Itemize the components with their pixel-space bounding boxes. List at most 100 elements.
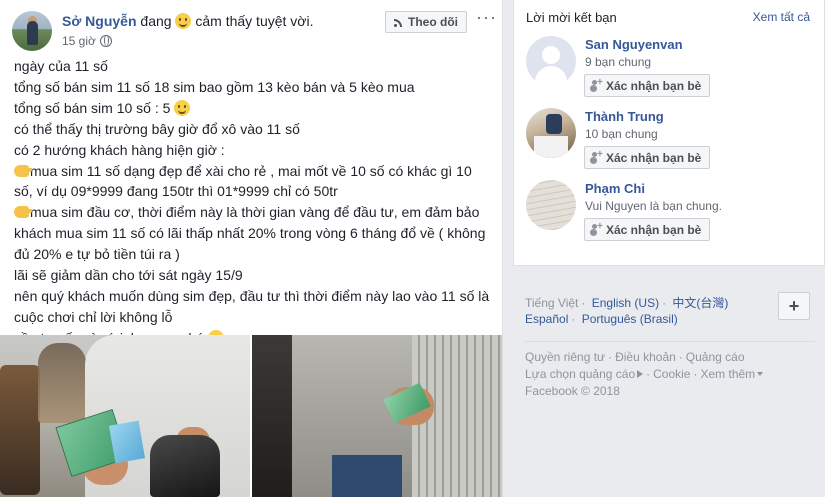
see-all-link[interactable]: Xem tất cả xyxy=(753,10,810,24)
rss-icon xyxy=(394,17,404,27)
friend-request-item: Phạm Chi Vui Nguyen là bạn chung. Xác nh… xyxy=(526,180,816,244)
language-selector: Tiếng Việt · English (US) · 中文(台灣) Español… xyxy=(513,278,825,332)
more-link[interactable]: Xem thêm xyxy=(700,367,755,381)
post-text-line: tổng số bán sim 11 số 18 sim bao gồm 13 … xyxy=(14,77,492,98)
pointing-hand-icon xyxy=(14,164,32,177)
friend-request-item: Thành Trung 10 bạn chung Xác nhận bạn bè xyxy=(526,108,816,172)
follow-label: Theo dõi xyxy=(408,15,458,29)
confirm-friend-button[interactable]: Xác nhận bạn bè xyxy=(584,146,711,169)
post-text-line: có thể thấy thị trường bây giờ đổ xô vào… xyxy=(14,119,492,140)
post-text: số, ví dụ 09*9999 đang 150tr thì 01*9999… xyxy=(14,183,338,200)
confirm-label: Xác nhận bạn bè xyxy=(606,150,702,165)
post-text: ngày của 11 số xyxy=(14,58,108,74)
globe-icon[interactable] xyxy=(99,35,112,47)
post-text-line: lãi sẽ giảm dần cho tới sát ngày 15/9 xyxy=(14,265,492,286)
avatar[interactable] xyxy=(526,36,576,86)
mutual-friends[interactable]: 10 bạn chung xyxy=(585,127,658,141)
pointing-hand-icon xyxy=(14,206,32,219)
cookie-link[interactable]: Cookie xyxy=(653,367,690,381)
friend-name[interactable]: San Nguyenvan xyxy=(585,37,683,52)
default-avatar-body xyxy=(535,66,567,86)
post-photo-1[interactable] xyxy=(0,335,250,497)
post-body: ngày của 11 số tổng số bán sim 11 số 18 s… xyxy=(14,56,492,349)
avatar[interactable] xyxy=(526,180,576,230)
footer-links: Quyền riêng tư · Điều khoản · Quảng cáo Lựa … xyxy=(525,349,820,400)
smile-emoji-icon xyxy=(174,99,191,116)
post-text: cuộc chơi chỉ lời không lỗ xyxy=(14,308,173,325)
language-row-2: Español · Português (Brasil) xyxy=(525,312,678,326)
default-avatar-head xyxy=(542,46,560,64)
follow-button[interactable]: Theo dõi xyxy=(385,11,467,33)
more-options-icon[interactable]: ··· xyxy=(476,8,497,26)
photo-wallet xyxy=(150,435,220,497)
language-option[interactable]: Português (Brasil) xyxy=(582,312,678,326)
author-name[interactable]: Sở Nguyễn xyxy=(62,13,137,29)
confirm-label: Xác nhận bạn bè xyxy=(606,78,702,93)
confirm-friend-button[interactable]: Xác nhận bạn bè xyxy=(584,74,711,97)
author-avatar[interactable] xyxy=(12,11,52,51)
caret-down-icon xyxy=(757,372,764,376)
post-text-line: tổng số bán sim 10 số : 5 xyxy=(14,98,492,119)
right-sidebar: Lời mời kết bạn Xem tất cả San Nguyenvan… xyxy=(513,0,825,497)
post-text-line: mua sim 11 số dạng đẹp để xài cho rẻ , m… xyxy=(14,161,492,182)
friend-request-item: San Nguyenvan 9 bạn chung Xác nhận bạn b… xyxy=(526,36,816,100)
avatar-photo-table xyxy=(534,136,568,158)
add-language-button[interactable]: + xyxy=(778,292,810,320)
post-text: tổng số bán sim 11 số 18 sim bao gồm 13 … xyxy=(14,78,415,95)
photo-person-background xyxy=(38,343,86,423)
photo-dark-wall xyxy=(252,335,292,497)
add-friend-icon xyxy=(591,149,603,163)
post-text: khách mua sim 11 số có lãi thấp nhất 20%… xyxy=(14,225,486,242)
terms-link[interactable]: Điều khoản xyxy=(615,350,676,364)
divider xyxy=(525,341,815,342)
add-friend-icon xyxy=(591,221,603,235)
mutual-friends[interactable]: Vui Nguyen là bạn chung. xyxy=(585,199,722,213)
language-option[interactable]: Español xyxy=(525,312,568,326)
post-text-line: ngày của 11 số xyxy=(14,56,492,77)
footer-row-1: Quyền riêng tư · Điều khoản · Quảng cáo xyxy=(525,350,745,364)
ad-choices-icon xyxy=(637,370,644,378)
post-text: lãi sẽ giảm dần cho tới sát ngày 15/9 xyxy=(14,267,243,284)
friend-name[interactable]: Thành Trung xyxy=(585,109,664,124)
post-text: nên quý khách muốn dùng sim đẹp, đầu tư … xyxy=(14,287,490,304)
post-header: Sở Nguyễn đang cảm thấy tuyệt vời. xyxy=(62,13,313,29)
post-text-line: số, ví dụ 09*9999 đang 150tr thì 01*9999… xyxy=(14,181,492,202)
post-text: có thể thấy thị trường bây giờ đổ xô vào… xyxy=(14,120,300,137)
friend-requests-title: Lời mời kết bạn xyxy=(526,10,617,25)
post-text-line: cuộc chơi chỉ lời không lỗ xyxy=(14,307,492,328)
photo-jeans xyxy=(332,455,402,497)
post-text: tổng số bán sim 10 số : 5 xyxy=(14,99,171,116)
mutual-friends[interactable]: 9 bạn chung xyxy=(585,55,651,69)
post-text-line: nên quý khách muốn dùng sim đẹp, đầu tư … xyxy=(14,286,492,307)
ad-choices-link[interactable]: Lựa chọn quảng cáo xyxy=(525,367,635,381)
copyright: Facebook © 2018 xyxy=(525,384,620,398)
confirm-label: Xác nhận bạn bè xyxy=(606,222,702,237)
feeling-prefix: đang xyxy=(140,13,172,29)
post-time: 15 giờ xyxy=(62,34,112,48)
post-timestamp[interactable]: 15 giờ xyxy=(62,34,96,48)
add-friend-icon xyxy=(591,77,603,91)
current-language: Tiếng Việt xyxy=(525,296,579,310)
feeling-text: cảm thấy tuyệt vời. xyxy=(195,13,314,29)
post-text-line: mua sim đầu cơ, thời điểm này là thời gi… xyxy=(14,202,492,223)
feed-post: Sở Nguyễn đang cảm thấy tuyệt vời. 15 gi… xyxy=(0,0,503,497)
language-row-1: Tiếng Việt · English (US) · 中文(台灣) xyxy=(525,296,729,310)
post-text: mua sim 11 số dạng đẹp để xài cho rẻ , m… xyxy=(30,162,472,179)
post-text-line: khách mua sim 11 số có lãi thấp nhất 20%… xyxy=(14,223,492,244)
post-text: đủ 20% e tự bỏ tiền túi ra ) xyxy=(14,246,180,263)
avatar-photo-person xyxy=(546,114,562,134)
post-text-line: đủ 20% e tự bỏ tiền túi ra ) xyxy=(14,244,492,265)
confirm-friend-button[interactable]: Xác nhận bạn bè xyxy=(584,218,711,241)
language-option[interactable]: English (US) xyxy=(592,296,659,310)
friend-requests-card: Lời mời kết bạn Xem tất cả San Nguyenvan… xyxy=(513,0,825,266)
post-photo-2[interactable] xyxy=(252,335,502,497)
privacy-link[interactable]: Quyền riêng tư xyxy=(525,350,605,364)
photo-banknote-blue xyxy=(108,420,146,464)
happy-emoji-icon xyxy=(175,13,192,29)
ads-link[interactable]: Quảng cáo xyxy=(686,350,745,364)
language-option[interactable]: 中文(台灣) xyxy=(672,296,728,310)
avatar[interactable] xyxy=(526,108,576,158)
avatar-body xyxy=(27,21,38,45)
post-text: có 2 hướng khách hàng hiện giờ : xyxy=(14,141,225,158)
friend-name[interactable]: Phạm Chi xyxy=(585,181,645,196)
